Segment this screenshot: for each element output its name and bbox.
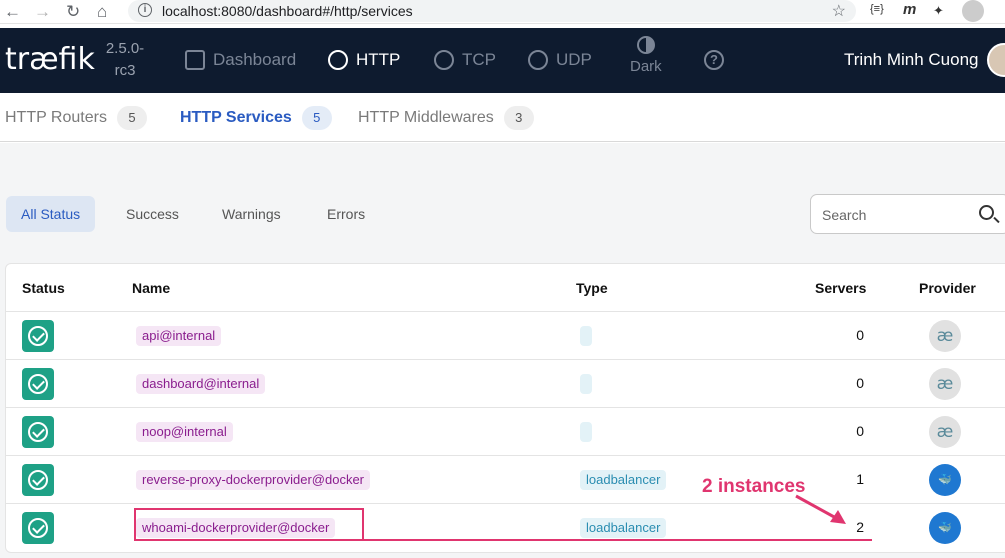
info-icon[interactable]: i — [138, 3, 152, 17]
version-label: 2.5.0-rc3 — [105, 40, 145, 79]
nav-http-label: HTTP — [356, 50, 401, 69]
service-type — [580, 422, 592, 442]
url-text[interactable]: localhost:8080/dashboard#/http/services — [162, 3, 413, 19]
tab-http-middlewares[interactable]: HTTP Middlewares 3 — [358, 106, 534, 130]
user-name[interactable]: Trinh Minh Cuong — [844, 50, 979, 70]
success-check-icon — [22, 464, 54, 496]
nav-dashboard-label: Dashboard — [213, 50, 297, 69]
annotation-highlight-box — [134, 508, 364, 541]
home-icon[interactable]: ⌂ — [97, 2, 107, 22]
dark-mode-label: Dark — [630, 58, 662, 75]
globe-icon — [328, 50, 348, 70]
filter-errors[interactable]: Errors — [312, 196, 380, 232]
extension-m-icon[interactable]: m — [903, 1, 916, 18]
filter-all-status[interactable]: All Status — [6, 196, 96, 232]
header-type[interactable]: Type — [576, 280, 608, 296]
tab-http-services-label: HTTP Services — [180, 109, 292, 126]
service-servers: 0 — [856, 375, 864, 391]
forward-icon[interactable]: → — [34, 2, 51, 22]
search-input[interactable]: Search — [810, 194, 1005, 234]
annotation-underline — [364, 539, 872, 541]
udp-icon — [528, 50, 548, 70]
search-placeholder: Search — [822, 207, 867, 223]
tab-http-middlewares-label: HTTP Middlewares — [358, 109, 494, 126]
tab-http-services-count: 5 — [301, 106, 332, 130]
reload-icon[interactable]: ↻ — [66, 2, 80, 22]
table-row[interactable]: noop@internal 0 æ — [6, 407, 1005, 455]
internal-provider-icon: æ — [929, 320, 961, 352]
user-avatar[interactable] — [987, 43, 1005, 77]
tcp-icon — [434, 50, 454, 70]
header-servers[interactable]: Servers — [815, 280, 866, 296]
annotation-arrow-icon — [795, 494, 846, 524]
header-provider[interactable]: Provider — [919, 280, 976, 296]
browser-chrome: ← → ↻ ⌂ i localhost:8080/dashboard#/http… — [0, 0, 1005, 24]
search-icon[interactable] — [979, 205, 994, 220]
docker-provider-icon: 🐳 — [929, 464, 961, 496]
internal-provider-icon: æ — [929, 416, 961, 448]
nav-udp-label: UDP — [556, 50, 592, 69]
extension-json-icon[interactable]: {≡} — [870, 3, 884, 15]
tab-http-services[interactable]: HTTP Services 5 — [180, 106, 332, 130]
success-check-icon — [22, 368, 54, 400]
http-subtabs: HTTP Routers 5 HTTP Services 5 HTTP Midd… — [0, 93, 1005, 142]
home-icon — [185, 50, 205, 70]
tab-http-routers-count: 5 — [116, 106, 147, 130]
address-bar[interactable]: i localhost:8080/dashboard#/http/service… — [128, 0, 856, 22]
service-name: dashboard@internal — [136, 374, 266, 394]
browser-profile-avatar[interactable] — [962, 0, 984, 22]
filter-warnings[interactable]: Warnings — [207, 196, 296, 232]
nav-dashboard[interactable]: Dashboard — [185, 50, 296, 70]
success-check-icon — [22, 320, 54, 352]
star-icon[interactable]: ☆ — [832, 1, 846, 21]
nav-tcp-label: TCP — [462, 50, 496, 69]
header-name[interactable]: Name — [132, 280, 170, 296]
nav-http[interactable]: HTTP — [328, 50, 400, 70]
dark-mode-toggle[interactable]: Dark — [630, 36, 662, 75]
service-servers: 0 — [856, 423, 864, 439]
header-status[interactable]: Status — [22, 280, 65, 296]
service-type: loadbalancer — [580, 470, 667, 490]
docker-provider-icon: 🐳 — [929, 512, 961, 544]
service-servers: 1 — [856, 471, 864, 487]
traefik-logo[interactable]: træfik — [5, 42, 95, 77]
services-content: All Status Success Warnings Errors Searc… — [0, 143, 1005, 558]
internal-provider-icon: æ — [929, 368, 961, 400]
success-check-icon — [22, 416, 54, 448]
tab-http-routers[interactable]: HTTP Routers 5 — [5, 106, 147, 130]
table-row[interactable]: reverse-proxy-dockerprovider@docker load… — [6, 455, 1005, 503]
tab-http-routers-label: HTTP Routers — [5, 109, 107, 126]
extensions-puzzle-icon[interactable]: ✦ — [933, 3, 944, 19]
table-row[interactable]: api@internal 0 æ — [6, 311, 1005, 359]
top-navbar: træfik 2.5.0-rc3 Dashboard HTTP TCP UDP … — [0, 28, 1005, 93]
service-name: reverse-proxy-dockerprovider@docker — [136, 470, 370, 490]
service-type — [580, 326, 592, 346]
service-type — [580, 374, 592, 394]
help-icon[interactable]: ? — [704, 50, 724, 70]
service-type: loadbalancer — [580, 518, 667, 538]
service-name: api@internal — [136, 326, 222, 346]
contrast-icon — [636, 36, 655, 54]
service-name: noop@internal — [136, 422, 233, 442]
nav-udp[interactable]: UDP — [528, 50, 592, 70]
filter-success[interactable]: Success — [111, 196, 194, 232]
nav-tcp[interactable]: TCP — [434, 50, 496, 70]
back-icon[interactable]: ← — [4, 2, 21, 22]
tab-http-middlewares-count: 3 — [503, 106, 534, 130]
table-row[interactable]: dashboard@internal 0 æ — [6, 359, 1005, 407]
success-check-icon — [22, 512, 54, 544]
service-servers: 0 — [856, 327, 864, 343]
